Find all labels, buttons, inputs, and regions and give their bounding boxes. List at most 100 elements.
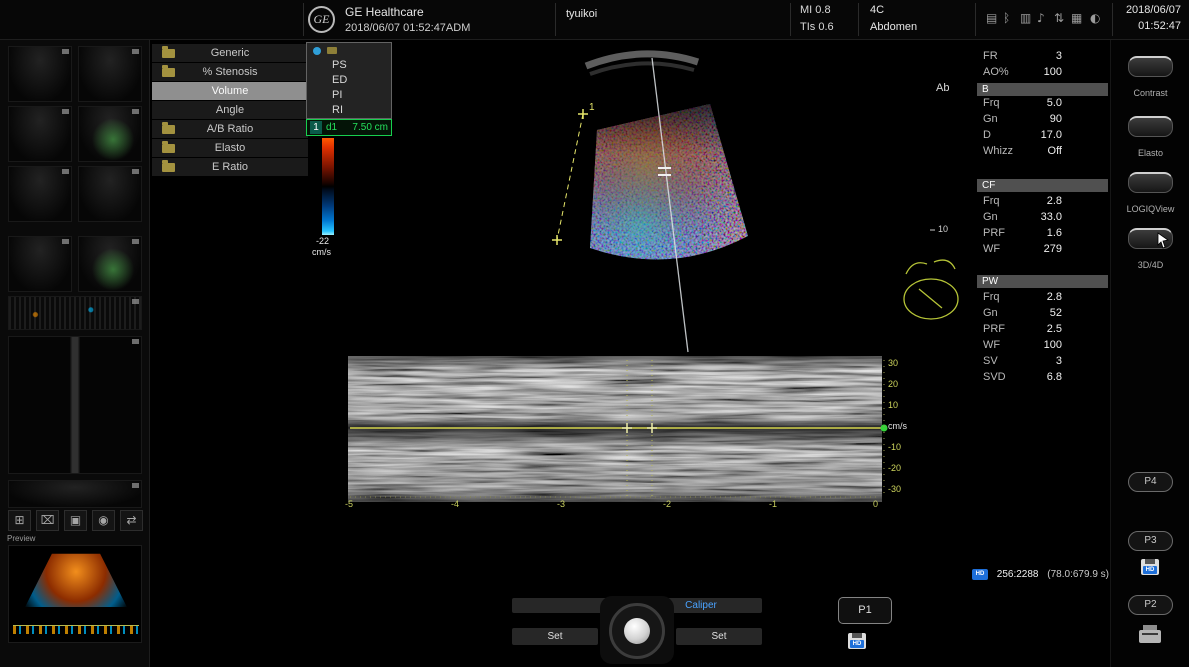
- divider: [555, 3, 556, 36]
- menu-item-volume[interactable]: Volume: [152, 82, 308, 100]
- save-hd-icon[interactable]: HD: [848, 633, 866, 649]
- body-marker-icon: [904, 260, 958, 319]
- menu-item-angle[interactable]: Angle: [152, 101, 308, 119]
- hd-clip-icon: HD: [972, 569, 988, 580]
- time-tick: 0: [873, 499, 878, 509]
- time-tick: -1: [769, 499, 777, 509]
- measurement-label: d1: [326, 122, 337, 133]
- param-value: 2.8: [1047, 291, 1062, 303]
- param-row-fr: FR 3: [983, 50, 1106, 64]
- velocity-tick: -30: [888, 484, 914, 494]
- param-label: Frq: [983, 97, 1000, 109]
- frame-counter: 256:2288: [997, 569, 1039, 580]
- archive-icon[interactable]: ▣: [64, 510, 87, 531]
- time-tick: -3: [557, 499, 565, 509]
- param-value: 100: [1044, 339, 1062, 351]
- system-datetime: 2018/06/07 01:52:47ADM: [345, 22, 470, 34]
- clock-date: 2018/06/07: [1126, 4, 1181, 16]
- cine-status: HD 256:2288 (78.0:679.9 s): [972, 569, 1109, 580]
- patient-id: tyuikoi: [566, 8, 597, 20]
- menu-item-e-ratio[interactable]: E Ratio: [152, 158, 308, 176]
- p1-button[interactable]: P1: [838, 597, 892, 624]
- clipboard-thumbnail[interactable]: [8, 480, 142, 508]
- measurement-menu: Generic % Stenosis Volume Angle A/B Rati…: [152, 44, 308, 177]
- clipboard-thumbnail[interactable]: [8, 166, 72, 222]
- param-value: Off: [1048, 145, 1062, 157]
- popup-item-pi[interactable]: PI: [307, 88, 391, 103]
- param-value: 279: [1044, 243, 1062, 255]
- touch-key-column: Contrast Elasto LOGIQView 3D/4D P4 P3 HD…: [1110, 40, 1189, 667]
- param-row: WF 100: [983, 339, 1106, 353]
- image-annotation: Ab: [936, 82, 949, 94]
- logiqview-key[interactable]: [1128, 172, 1173, 193]
- param-row: Gn 52: [983, 307, 1106, 321]
- p2-button[interactable]: P2: [1128, 595, 1173, 615]
- transfer-icon: ⇅: [1054, 11, 1064, 25]
- param-label: Whizz: [983, 145, 1013, 157]
- grid-view-icon[interactable]: ⊞: [8, 510, 31, 531]
- preset-name[interactable]: Abdomen: [870, 21, 917, 33]
- depth-label: 10: [938, 224, 948, 234]
- velocity-tick: 30: [888, 358, 914, 368]
- trackball[interactable]: [624, 618, 650, 644]
- param-row: Frq 5.0: [983, 97, 1106, 111]
- color-doppler-scale: [322, 138, 334, 235]
- popup-item-ps[interactable]: PS: [307, 58, 391, 73]
- probe-name[interactable]: 4C: [870, 4, 884, 16]
- section-header-b: B: [977, 83, 1108, 96]
- sd-card-icon: ▥: [1020, 11, 1031, 25]
- hd-tag: HD: [850, 640, 864, 648]
- menu-item-ab-ratio[interactable]: A/B Ratio: [152, 120, 308, 138]
- set-button-right[interactable]: Set: [676, 628, 762, 645]
- probe-arc-shadow: [590, 63, 694, 74]
- elasto-key[interactable]: [1128, 116, 1173, 137]
- param-value: 1.6: [1047, 227, 1062, 239]
- clipboard-thumbnail[interactable]: [78, 46, 142, 102]
- param-row-ao: AO% 100: [983, 66, 1106, 80]
- send-icon[interactable]: ⇄: [120, 510, 143, 531]
- param-row: Whizz Off: [983, 145, 1106, 159]
- folder-icon: [162, 144, 175, 153]
- popup-item-ri[interactable]: RI: [307, 103, 391, 118]
- print-icon[interactable]: [1139, 630, 1161, 643]
- velocity-tick: 10: [888, 400, 914, 410]
- param-row: Frq 2.8: [983, 291, 1106, 305]
- popup-item-ed[interactable]: ED: [307, 73, 391, 88]
- radio-selected-icon: [313, 47, 321, 55]
- menu-item-label: % Stenosis: [202, 66, 257, 78]
- clipboard-thumbnail[interactable]: [8, 336, 142, 474]
- save-hd-icon[interactable]: HD: [1141, 559, 1159, 575]
- camera-icon[interactable]: ◉: [92, 510, 115, 531]
- hd-tag: HD: [1143, 566, 1157, 574]
- set-button-left[interactable]: Set: [512, 628, 598, 645]
- param-row: Gn 90: [983, 113, 1106, 127]
- param-label: Gn: [983, 113, 998, 125]
- menu-item-stenosis[interactable]: % Stenosis: [152, 63, 308, 81]
- time-tick: -4: [451, 499, 459, 509]
- clipboard-thumbnail[interactable]: [78, 106, 142, 162]
- clock-time: 01:52:47: [1138, 20, 1181, 32]
- preview-spectral-strip: [13, 625, 139, 634]
- clipboard-thumbnail[interactable]: [78, 236, 142, 292]
- contrast-key[interactable]: [1128, 56, 1173, 77]
- trash-icon[interactable]: ⌧: [36, 510, 59, 531]
- clip-duration: (78.0:679.9 s): [1047, 569, 1109, 580]
- logiqview-key-label: LOGIQView: [1111, 204, 1189, 214]
- param-row: PRF 2.5: [983, 323, 1106, 337]
- param-row: WF 279: [983, 243, 1106, 257]
- preview-image: [8, 545, 142, 643]
- menu-item-elasto[interactable]: Elasto: [152, 139, 308, 157]
- param-label: D: [983, 129, 991, 141]
- clipboard-thumbnail[interactable]: [78, 166, 142, 222]
- clipboard-thumbnail[interactable]: [8, 46, 72, 102]
- param-value: 52: [1050, 307, 1062, 319]
- clipboard-thumbnail[interactable]: [8, 106, 72, 162]
- p3-button[interactable]: P3: [1128, 531, 1173, 551]
- clipboard-thumbnail[interactable]: [8, 296, 142, 330]
- popup-item-current[interactable]: [307, 43, 391, 58]
- clipboard-thumbnail[interactable]: [8, 236, 72, 292]
- menu-item-generic[interactable]: Generic: [152, 44, 308, 62]
- p4-button[interactable]: P4: [1128, 472, 1173, 492]
- folder-icon: [162, 163, 175, 172]
- elasto-key-label: Elasto: [1111, 148, 1189, 158]
